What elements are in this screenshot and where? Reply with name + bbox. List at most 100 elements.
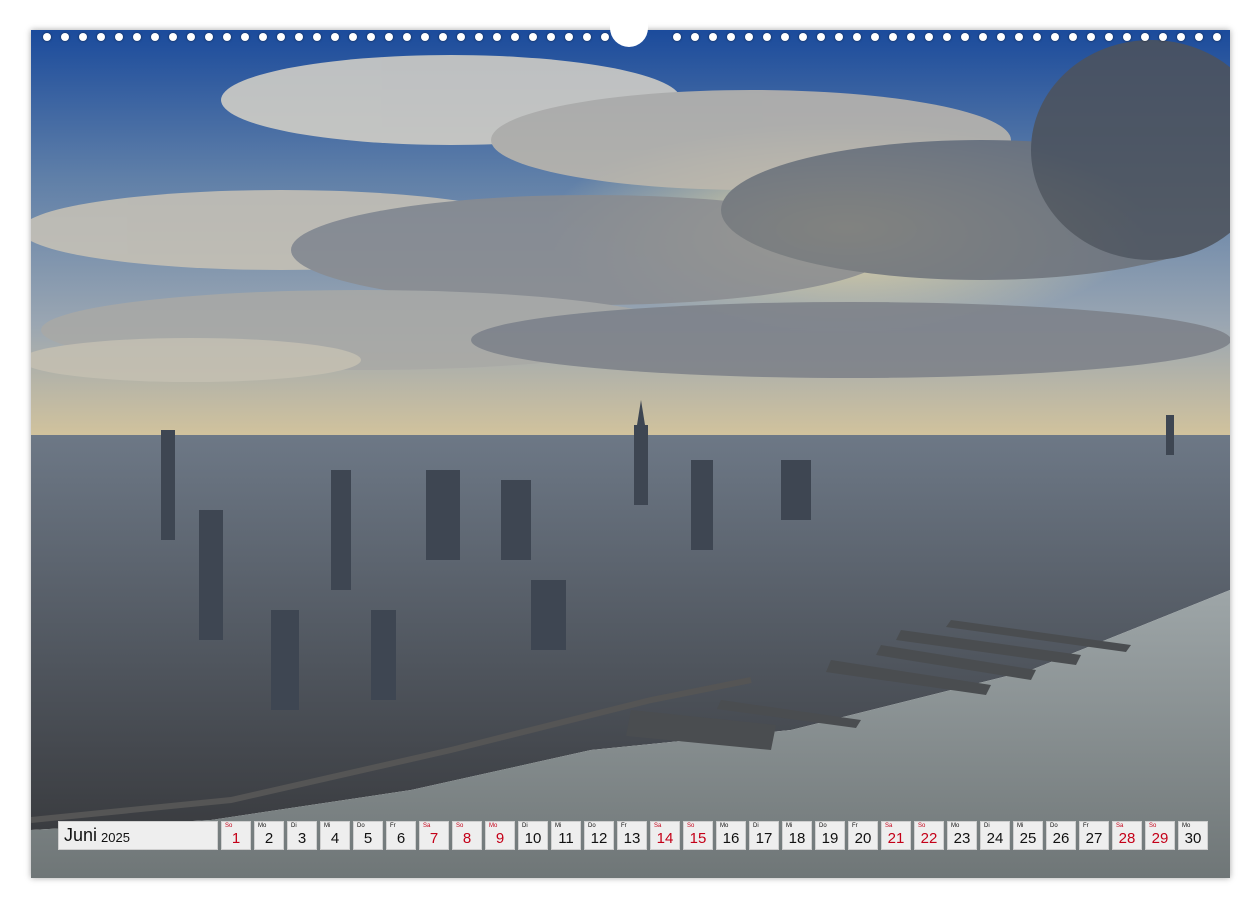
weekday-label: So	[225, 823, 233, 829]
day-number: 1	[231, 830, 241, 847]
weekday-label: Sa	[885, 823, 893, 829]
weekday-label: Mo	[951, 823, 960, 829]
binding-ring	[709, 33, 717, 41]
day-cell: So 8	[452, 821, 482, 850]
day-cell: Mi 11	[551, 821, 581, 850]
binding-ring	[169, 33, 177, 41]
binding-ring	[205, 33, 213, 41]
day-number: 22	[920, 830, 938, 847]
weekday-label: Fr	[1083, 823, 1089, 829]
binding-ring	[403, 33, 411, 41]
day-cell: So 22	[914, 821, 944, 850]
binding-ring	[997, 33, 1005, 41]
day-number: 7	[429, 830, 439, 847]
day-cell: Mi 18	[782, 821, 812, 850]
binding-ring	[133, 33, 141, 41]
day-cell: Mi 4	[320, 821, 350, 850]
binding-ring	[241, 33, 249, 41]
day-number: 25	[1019, 830, 1037, 847]
day-cell: Sa 14	[650, 821, 680, 850]
day-number: 29	[1151, 830, 1169, 847]
binding-ring	[1033, 33, 1041, 41]
year-label: 2025	[101, 829, 130, 845]
day-number: 2	[264, 830, 274, 847]
binding-ring	[1015, 33, 1023, 41]
day-number: 30	[1184, 830, 1202, 847]
binding-ring	[151, 33, 159, 41]
day-cell: Mo 30	[1178, 821, 1208, 850]
weekday-label: Sa	[1116, 823, 1124, 829]
day-cell: Di 24	[980, 821, 1010, 850]
weekday-label: So	[1149, 823, 1157, 829]
day-cell: Mo 9	[485, 821, 515, 850]
day-number: 28	[1118, 830, 1136, 847]
binding-ring	[1087, 33, 1095, 41]
day-number: 13	[623, 830, 641, 847]
day-cell: So 29	[1145, 821, 1175, 850]
binding-ring	[61, 33, 69, 41]
binding-ring	[817, 33, 825, 41]
day-cell: So 15	[683, 821, 713, 850]
weekday-label: Fr	[621, 823, 627, 829]
weekday-label: Sa	[654, 823, 662, 829]
binding-ring	[331, 33, 339, 41]
binding-ring	[439, 33, 447, 41]
binding-ring	[727, 33, 735, 41]
skyline-photo	[31, 30, 1230, 878]
day-cell: Do 26	[1046, 821, 1076, 850]
day-number: 20	[854, 830, 872, 847]
weekday-label: Mi	[555, 823, 562, 829]
day-number: 8	[462, 830, 472, 847]
day-number: 27	[1085, 830, 1103, 847]
binding-ring	[1069, 33, 1077, 41]
day-number: 24	[986, 830, 1004, 847]
weekday-label: Di	[984, 823, 990, 829]
binding-ring	[349, 33, 357, 41]
binding-ring	[367, 33, 375, 41]
day-cell: Do 5	[353, 821, 383, 850]
binding-ring	[259, 33, 267, 41]
binding-ring	[961, 33, 969, 41]
binding-ring	[1051, 33, 1059, 41]
day-number: 6	[396, 830, 406, 847]
month-label: Juni 2025	[58, 821, 218, 850]
day-number: 14	[656, 830, 674, 847]
binding-ring	[277, 33, 285, 41]
day-number: 12	[590, 830, 608, 847]
binding-ring	[1123, 33, 1131, 41]
binding-ring	[943, 33, 951, 41]
day-cell: Do 12	[584, 821, 614, 850]
binding-ring	[511, 33, 519, 41]
binding-ring	[745, 33, 753, 41]
binding-ring	[1177, 33, 1185, 41]
weekday-label: Fr	[852, 823, 858, 829]
weekday-label: Mi	[786, 823, 793, 829]
day-number: 18	[788, 830, 806, 847]
binding-ring	[691, 33, 699, 41]
binding-ring	[781, 33, 789, 41]
binding-ring	[889, 33, 897, 41]
weekday-label: Di	[291, 823, 297, 829]
binding-ring	[907, 33, 915, 41]
weekday-label: Sa	[423, 823, 431, 829]
binding-ring	[583, 33, 591, 41]
binding-ring	[1195, 33, 1203, 41]
day-number: 9	[495, 830, 505, 847]
weekday-label: So	[687, 823, 695, 829]
day-cell: Di 10	[518, 821, 548, 850]
binding-ring	[799, 33, 807, 41]
binding-ring	[295, 33, 303, 41]
weekday-label: Mi	[1017, 823, 1024, 829]
binding-ring	[313, 33, 321, 41]
binding-ring	[529, 33, 537, 41]
binding-ring	[853, 33, 861, 41]
binding-ring	[1141, 33, 1149, 41]
day-number: 17	[755, 830, 773, 847]
day-cell: Fr 13	[617, 821, 647, 850]
binding-ring	[925, 33, 933, 41]
binding-ring	[601, 33, 609, 41]
binding-ring	[673, 33, 681, 41]
weekday-label: Mo	[258, 823, 267, 829]
weekday-label: Do	[819, 823, 827, 829]
binding-ring	[493, 33, 501, 41]
